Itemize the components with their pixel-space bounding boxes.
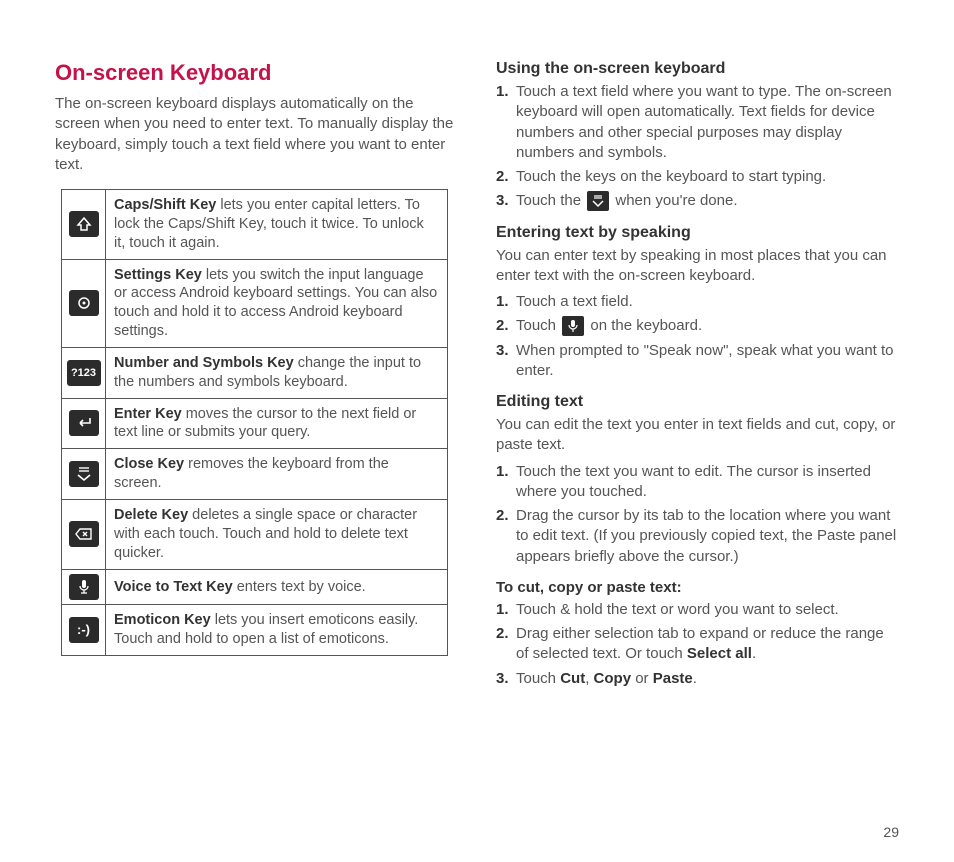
key-desc: Close Key removes the keyboard from the … (106, 449, 448, 500)
key-icon-cell (62, 398, 106, 449)
delete-icon (69, 521, 99, 547)
right-column: Using the on-screen keyboard 1.Touch a t… (496, 60, 899, 701)
key-desc: Settings Key lets you switch the input l… (106, 259, 448, 347)
list-item: 2.Touch the keys on the keyboard to star… (496, 167, 899, 187)
shift-icon (69, 211, 99, 237)
list-item: 2.Drag the cursor by its tab to the loca… (496, 506, 899, 567)
emoticon-icon: :-) (69, 617, 99, 643)
key-icon-cell: ?123 (62, 347, 106, 398)
key-icon-cell (62, 449, 106, 500)
mic-icon (69, 574, 99, 600)
table-row: Delete Key deletes a single space or cha… (62, 499, 448, 569)
list-item: 1.Touch a text field. (496, 292, 899, 312)
list-item: 3.When prompted to "Speak now", speak wh… (496, 341, 899, 382)
close-icon (69, 461, 99, 487)
list-item: 2.Drag either selection tab to expand or… (496, 624, 899, 665)
bold-subhead: To cut, copy or paste text: (496, 579, 899, 596)
table-row: Settings Key lets you switch the input l… (62, 259, 448, 347)
list-item: 3.Touch the when you're done. (496, 191, 899, 211)
settings-icon (69, 290, 99, 316)
subsection-title: Using the on-screen keyboard (496, 60, 899, 78)
key-desc: Number and Symbols Key change the input … (106, 347, 448, 398)
manual-page: On-screen Keyboard The on-screen keyboar… (0, 0, 954, 862)
numbered-list: 1.Touch & hold the text or word you want… (496, 600, 899, 689)
enter-icon (69, 410, 99, 436)
mic-icon (562, 316, 584, 336)
table-row: Voice to Text Key enters text by voice. (62, 569, 448, 605)
key-icon-cell (62, 259, 106, 347)
body-text: You can enter text by speaking in most p… (496, 246, 899, 287)
subsection-title: Entering text by speaking (496, 224, 899, 242)
list-item: 3.Touch Cut, Copy or Paste. (496, 669, 899, 689)
key-icon-cell (62, 190, 106, 260)
numbered-list: 1.Touch the text you want to edit. The c… (496, 462, 899, 567)
numbered-list: 1.Touch a text field. 2.Touch on the key… (496, 292, 899, 381)
key-desc: Enter Key moves the cursor to the next f… (106, 398, 448, 449)
key-desc: Emoticon Key lets you insert emoticons e… (106, 605, 448, 656)
close-icon (587, 191, 609, 211)
left-column: On-screen Keyboard The on-screen keyboar… (55, 60, 458, 701)
body-text: You can edit the text you enter in text … (496, 415, 899, 456)
subsection-title: Editing text (496, 393, 899, 411)
numsym-icon: ?123 (67, 360, 101, 386)
key-desc: Delete Key deletes a single space or cha… (106, 499, 448, 569)
table-row: Enter Key moves the cursor to the next f… (62, 398, 448, 449)
key-descriptions-table: Caps/Shift Key lets you enter capital le… (61, 189, 448, 656)
list-item: 1.Touch the text you want to edit. The c… (496, 462, 899, 503)
key-icon-cell (62, 569, 106, 605)
list-item: 1.Touch & hold the text or word you want… (496, 600, 899, 620)
list-item: 2.Touch on the keyboard. (496, 316, 899, 336)
numbered-list: 1.Touch a text field where you want to t… (496, 82, 899, 212)
table-row: Close Key removes the keyboard from the … (62, 449, 448, 500)
key-icon-cell (62, 499, 106, 569)
table-row: Caps/Shift Key lets you enter capital le… (62, 190, 448, 260)
page-number: 29 (883, 824, 899, 840)
key-desc: Voice to Text Key enters text by voice. (106, 569, 448, 605)
table-row: ?123 Number and Symbols Key change the i… (62, 347, 448, 398)
section-title: On-screen Keyboard (55, 60, 458, 86)
key-icon-cell: :-) (62, 605, 106, 656)
list-item: 1.Touch a text field where you want to t… (496, 82, 899, 163)
section-intro: The on-screen keyboard displays automati… (55, 94, 458, 175)
key-desc: Caps/Shift Key lets you enter capital le… (106, 190, 448, 260)
two-column-layout: On-screen Keyboard The on-screen keyboar… (55, 60, 899, 701)
table-row: :-) Emoticon Key lets you insert emotico… (62, 605, 448, 656)
